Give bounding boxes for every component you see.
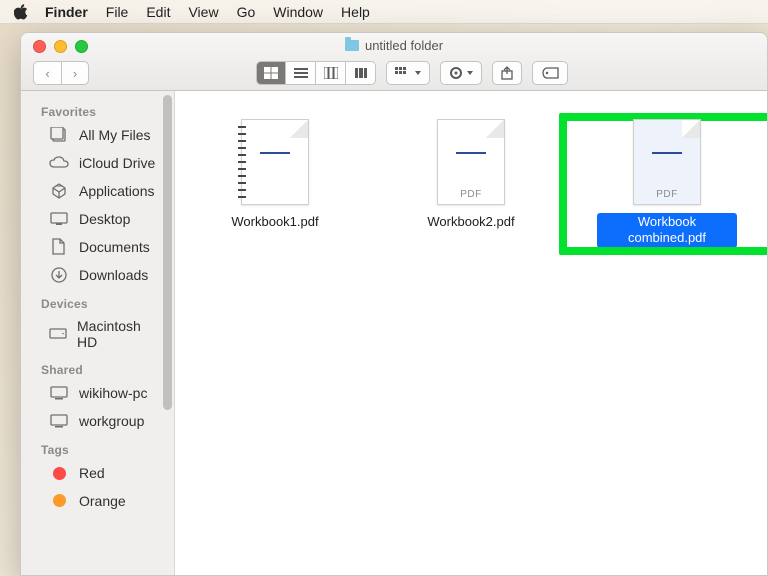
desktop-icon bbox=[49, 210, 69, 228]
menu-view[interactable]: View bbox=[188, 4, 218, 20]
file-name: Workbook combined.pdf bbox=[597, 213, 737, 248]
menubar: Finder File Edit View Go Window Help bbox=[0, 0, 768, 24]
network-pc-icon bbox=[49, 412, 69, 430]
menu-window[interactable]: Window bbox=[273, 4, 323, 20]
view-column-button[interactable] bbox=[316, 61, 346, 85]
view-gallery-button[interactable] bbox=[346, 61, 376, 85]
view-list-button[interactable] bbox=[286, 61, 316, 85]
sidebar-item-tag-red[interactable]: Red bbox=[21, 459, 174, 487]
tag-icon bbox=[541, 67, 559, 79]
sidebar-item-label: Documents bbox=[79, 239, 150, 255]
view-icon-button[interactable] bbox=[256, 61, 286, 85]
gear-icon bbox=[449, 66, 463, 80]
window-title: untitled folder bbox=[21, 38, 767, 53]
pdf-thumbnail-icon: PDF bbox=[633, 119, 701, 205]
file-pane[interactable]: Workbook1.pdf PDF Workbook2.pdf bbox=[175, 91, 767, 575]
sidebar-item-label: workgroup bbox=[79, 413, 144, 429]
cloud-icon bbox=[49, 154, 69, 172]
documents-icon bbox=[49, 238, 69, 256]
menu-edit[interactable]: Edit bbox=[146, 4, 170, 20]
tag-dot-red bbox=[53, 467, 66, 480]
toolbar bbox=[256, 61, 568, 85]
sidebar-item-label: iCloud Drive bbox=[79, 155, 155, 171]
sidebar-header-tags: Tags bbox=[21, 435, 174, 459]
nav-buttons: ‹ › bbox=[33, 61, 89, 85]
sidebar-item-icloud-drive[interactable]: iCloud Drive bbox=[21, 149, 174, 177]
folder-icon bbox=[345, 40, 359, 51]
sidebar-item-label: Applications bbox=[79, 183, 155, 199]
titlebar: untitled folder ‹ › bbox=[21, 33, 767, 91]
sidebar-item-applications[interactable]: Applications bbox=[21, 177, 174, 205]
action-button[interactable] bbox=[440, 61, 482, 85]
sidebar-item-label: wikihow-pc bbox=[79, 385, 147, 401]
sidebar: Favorites All My Files iCloud Drive Appl… bbox=[21, 91, 175, 575]
sidebar-item-label: Macintosh HD bbox=[77, 318, 156, 350]
window-title-text: untitled folder bbox=[365, 38, 443, 53]
file-item-selected[interactable]: PDF Workbook combined.pdf bbox=[597, 119, 737, 248]
all-my-files-icon bbox=[49, 126, 69, 144]
sidebar-item-label: Red bbox=[79, 465, 105, 481]
tags-button[interactable] bbox=[532, 61, 568, 85]
sidebar-header-devices: Devices bbox=[21, 289, 174, 313]
sidebar-item-wikihow-pc[interactable]: wikihow-pc bbox=[21, 379, 174, 407]
sidebar-item-tag-orange[interactable]: Orange bbox=[21, 487, 174, 509]
file-item[interactable]: Workbook1.pdf bbox=[205, 119, 345, 231]
network-pc-icon bbox=[49, 384, 69, 402]
sidebar-item-label: All My Files bbox=[79, 127, 151, 143]
pdf-thumbnail-icon: PDF bbox=[437, 119, 505, 205]
sidebar-header-favorites: Favorites bbox=[21, 97, 174, 121]
file-name: Workbook1.pdf bbox=[226, 213, 323, 231]
forward-button[interactable]: › bbox=[61, 61, 89, 85]
back-button[interactable]: ‹ bbox=[33, 61, 61, 85]
sidebar-item-desktop[interactable]: Desktop bbox=[21, 205, 174, 233]
view-switcher bbox=[256, 61, 376, 85]
applications-icon bbox=[49, 182, 69, 200]
sidebar-item-documents[interactable]: Documents bbox=[21, 233, 174, 261]
downloads-icon bbox=[49, 266, 69, 284]
tag-dot-orange bbox=[53, 494, 66, 507]
apple-menu-icon[interactable] bbox=[14, 4, 29, 20]
pdf-thumbnail-icon bbox=[241, 119, 309, 205]
file-item[interactable]: PDF Workbook2.pdf bbox=[401, 119, 541, 231]
sidebar-item-macintosh-hd[interactable]: Macintosh HD bbox=[21, 313, 174, 355]
sidebar-item-label: Desktop bbox=[79, 211, 130, 227]
menu-file[interactable]: File bbox=[106, 4, 129, 20]
menu-help[interactable]: Help bbox=[341, 4, 370, 20]
chevron-down-icon bbox=[467, 71, 473, 75]
sidebar-item-label: Downloads bbox=[79, 267, 148, 283]
file-name: Workbook2.pdf bbox=[422, 213, 519, 231]
share-button[interactable] bbox=[492, 61, 522, 85]
sidebar-item-downloads[interactable]: Downloads bbox=[21, 261, 174, 289]
arrange-button[interactable] bbox=[386, 61, 430, 85]
sidebar-item-label: Orange bbox=[79, 493, 126, 509]
menu-go[interactable]: Go bbox=[237, 4, 256, 20]
hdd-icon bbox=[49, 325, 67, 343]
sidebar-item-workgroup[interactable]: workgroup bbox=[21, 407, 174, 435]
app-name[interactable]: Finder bbox=[45, 4, 88, 20]
share-icon bbox=[501, 66, 513, 80]
sidebar-header-shared: Shared bbox=[21, 355, 174, 379]
chevron-down-icon bbox=[415, 71, 421, 75]
sidebar-item-all-my-files[interactable]: All My Files bbox=[21, 121, 174, 149]
finder-window: untitled folder ‹ › Favorites All My Fil… bbox=[20, 32, 768, 576]
sidebar-scrollbar[interactable] bbox=[163, 95, 172, 410]
